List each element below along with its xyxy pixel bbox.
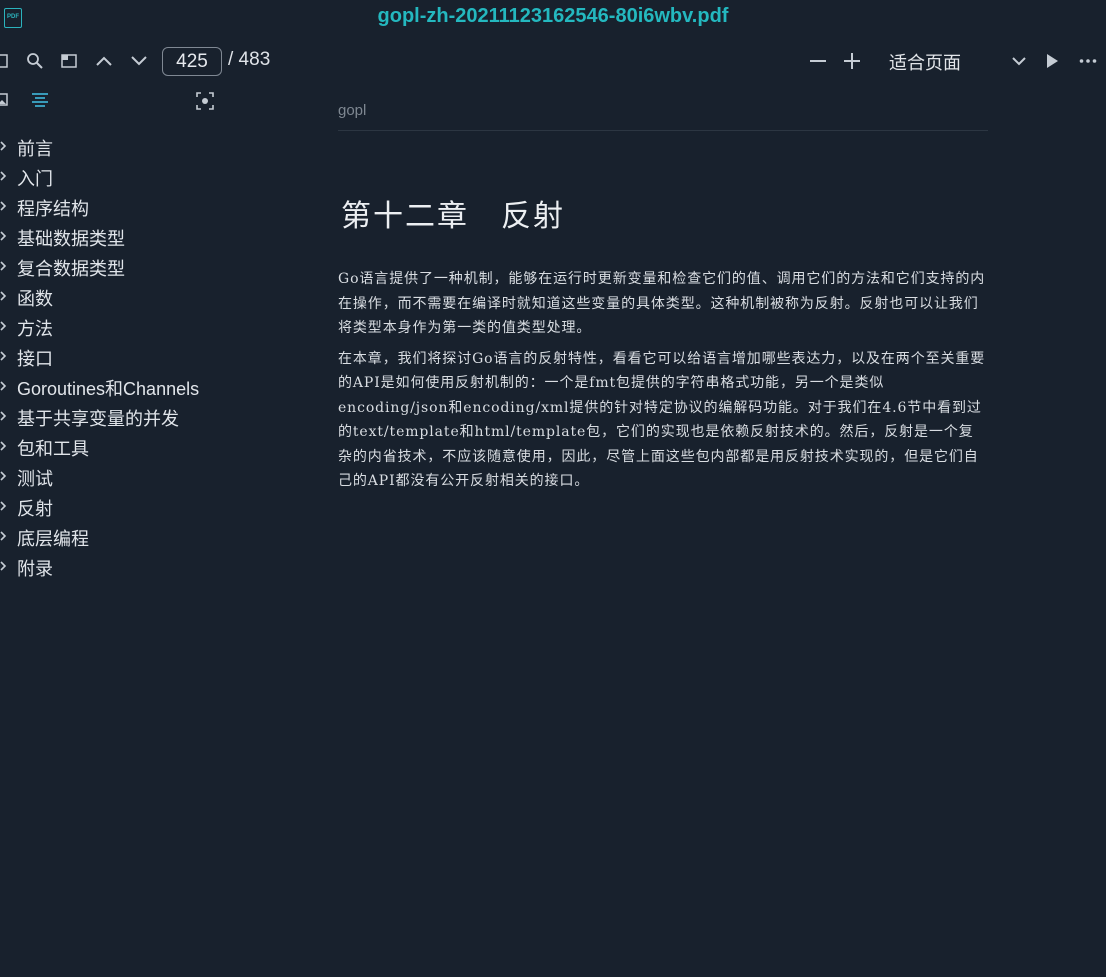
chevron-right-icon [0,291,7,301]
document-title: gopl-zh-20211123162546-80i6wbv.pdf [377,5,729,27]
chevron-right-icon [0,141,7,151]
thumbnails-icon[interactable] [0,92,10,108]
outline-item-label: 方法 [17,319,53,339]
outline-item-label: 基础数据类型 [17,229,125,249]
zoom-select[interactable]: 适合页面 [889,49,961,75]
more-options-icon[interactable] [1076,40,1100,82]
zoom-dropdown-chevron-icon[interactable] [1008,40,1030,82]
next-page-button[interactable] [128,40,150,82]
sidebar-tools [0,88,300,114]
outline-item-label: 测试 [17,469,53,489]
outline-item-low-level[interactable]: 底层编程 [0,521,300,551]
chevron-right-icon [0,471,7,481]
presentation-play-icon[interactable] [1041,40,1063,82]
chevron-right-icon [0,441,7,451]
chevron-right-icon [0,321,7,331]
outline-item-basic-types[interactable]: 基础数据类型 [0,221,300,251]
chevron-right-icon [0,531,7,541]
outline-item-packages[interactable]: 包和工具 [0,431,300,461]
chevron-right-icon [0,201,7,211]
outline-item-label: 程序结构 [17,199,89,219]
chevron-down-icon [131,56,147,66]
chevron-right-icon [0,261,7,271]
outline-item-label: 反射 [17,499,53,519]
outline-item-label: 包和工具 [17,439,89,459]
toolbar: / 483 适合页面 [0,40,1106,82]
outline-list: 前言 入门 程序结构 基础数据类型 复合数据类型 函数 方法 接口 Gorout… [0,131,300,581]
outline-item-intro[interactable]: 入门 [0,161,300,191]
chevron-right-icon [0,231,7,241]
minus-icon [810,60,826,62]
page-total: / 483 [228,49,271,70]
zoom-out-button[interactable] [806,40,830,82]
outline-item-label: 前言 [17,139,53,159]
outline-item-interfaces[interactable]: 接口 [0,341,300,371]
paragraph: 在本章，我们将探讨Go语言的反射特性，看看它可以给语言增加哪些表达力，以及在两个… [338,350,986,490]
chevron-right-icon [0,411,7,421]
outline-item-label: 函数 [17,289,53,309]
chevron-right-icon [0,351,7,361]
outline-item-preface[interactable]: 前言 [0,131,300,161]
previous-page-button[interactable] [93,40,115,82]
plus-icon [844,53,860,69]
page-number-input[interactable] [162,47,222,76]
outline-item-functions[interactable]: 函数 [0,281,300,311]
outline-item-goroutines[interactable]: Goroutines和Channels [0,371,300,401]
chapter-title: 第十二章 反射 [341,199,565,234]
outline-item-label: 底层编程 [17,529,89,549]
chevron-right-icon [0,561,7,571]
outline-item-label: Goroutines和Channels [17,379,200,399]
outline-item-label: 附录 [17,559,53,579]
outline-item-concurrency[interactable]: 基于共享变量的并发 [0,401,300,431]
title-bar: PDF gopl-zh-20211123162546-80i6wbv.pdf [0,0,1106,36]
zoom-in-button[interactable] [840,40,864,82]
pdf-page: gopl 第十二章 反射 Go语言提供了一种机制，能够在运行时更新变量和检查它们… [338,96,988,494]
outline-item-program-structure[interactable]: 程序结构 [0,191,300,221]
outline-item-label: 入门 [17,169,53,189]
outline-item-composite-types[interactable]: 复合数据类型 [0,251,300,281]
outline-icon[interactable] [31,92,49,108]
outline-item-testing[interactable]: 测试 [0,461,300,491]
running-head: gopl [338,96,988,131]
search-icon[interactable] [24,40,46,82]
outline-item-label: 接口 [17,349,53,369]
paragraph: Go语言提供了一种机制，能够在运行时更新变量和检查它们的值、调用它们的方法和它们… [338,271,986,336]
outline-item-label: 复合数据类型 [17,259,125,279]
locate-current-icon[interactable] [196,92,214,110]
chevron-right-icon [0,501,7,511]
chevron-right-icon [0,381,7,391]
outline-item-label: 基于共享变量的并发 [17,409,179,429]
outline-item-methods[interactable]: 方法 [0,311,300,341]
view-mode-icon[interactable] [58,40,80,82]
chevron-up-icon [96,56,112,66]
outline-item-appendix[interactable]: 附录 [0,551,300,581]
chevron-right-icon [0,171,7,181]
outline-item-reflection[interactable]: 反射 [0,491,300,521]
sidebar-toggle-icon[interactable] [0,40,10,82]
